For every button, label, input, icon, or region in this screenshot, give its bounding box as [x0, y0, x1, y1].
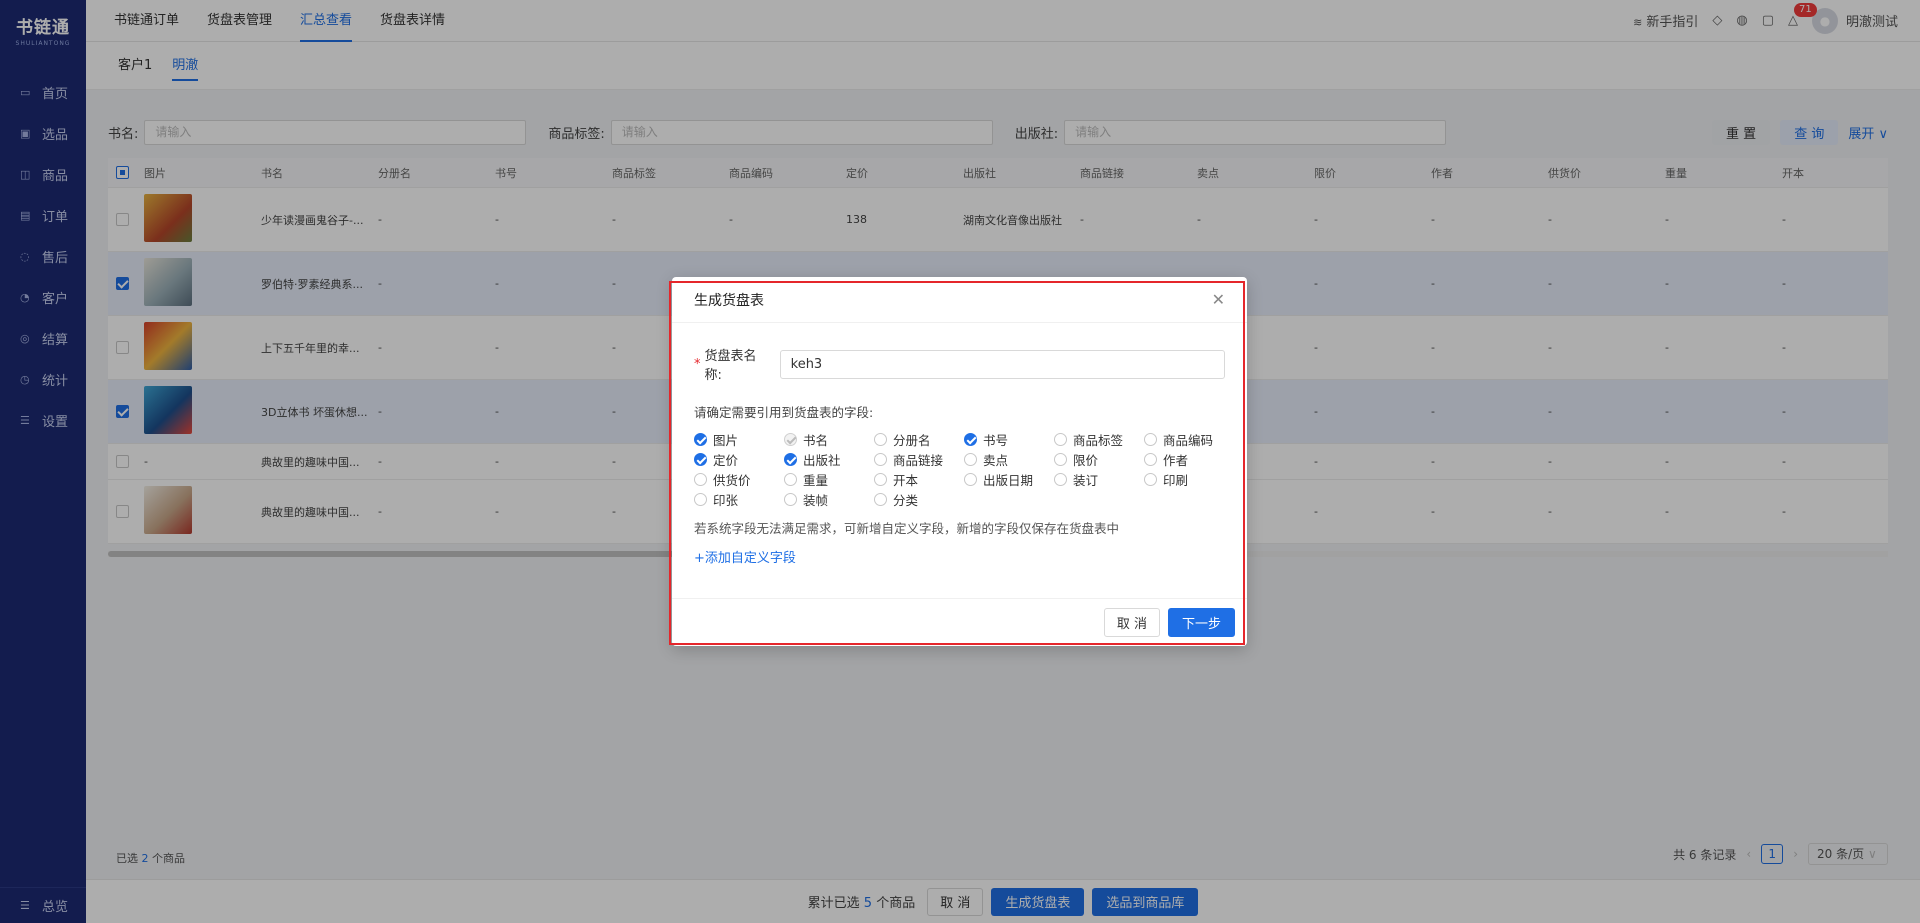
checkbox-checked-icon	[694, 453, 707, 466]
dialog-body: * 货盘表名称: keh3 请确定需要引用到货盘表的字段: 图片 书名 分册名 …	[672, 323, 1247, 566]
checkbox-icon	[964, 453, 977, 466]
field-checkbox[interactable]: 限价	[1054, 451, 1144, 468]
required-asterisk: *	[694, 356, 701, 372]
pallet-name-row: * 货盘表名称: keh3	[694, 345, 1225, 383]
field-checkbox[interactable]: 定价	[694, 451, 784, 468]
checkbox-checked-icon	[784, 453, 797, 466]
checkbox-icon	[1144, 433, 1157, 446]
field-label: 作者	[1163, 453, 1189, 468]
field-checkbox[interactable]: 商品编码	[1144, 431, 1234, 448]
checkbox-icon	[874, 473, 887, 486]
checkbox-disabled-icon	[784, 433, 797, 446]
checkbox-icon	[874, 493, 887, 506]
custom-field-note: 若系统字段无法满足需求，可新增自定义字段，新增的字段仅保存在货盘表中	[694, 521, 1120, 536]
field-label: 出版社	[803, 453, 841, 468]
fields-hint: 请确定需要引用到货盘表的字段:	[694, 405, 874, 420]
field-label: 图片	[713, 433, 739, 448]
checkbox-icon	[874, 453, 887, 466]
checkbox-checked-icon	[694, 433, 707, 446]
field-checkbox[interactable]: 重量	[784, 471, 874, 488]
dialog-cancel-button[interactable]: 取 消	[1103, 608, 1160, 637]
checkbox-icon	[874, 433, 887, 446]
field-checkbox[interactable]: 开本	[874, 471, 964, 488]
field-checkbox[interactable]: 商品标签	[1054, 431, 1144, 448]
field-label: 商品链接	[893, 453, 944, 468]
field-checkbox[interactable]: 装帧	[784, 491, 874, 508]
field-label: 分类	[893, 493, 919, 508]
checkbox-icon	[784, 473, 797, 486]
field-label: 卖点	[983, 453, 1009, 468]
checkbox-icon	[964, 473, 977, 486]
field-checkbox[interactable]: 装订	[1054, 471, 1144, 488]
field-checkbox[interactable]: 作者	[1144, 451, 1234, 468]
field-label: 商品编码	[1163, 433, 1214, 448]
field-checkbox[interactable]: 分类	[874, 491, 964, 508]
field-label: 印刷	[1163, 473, 1189, 488]
checkbox-icon	[1054, 433, 1067, 446]
dialog-title: 生成货盘表	[694, 292, 764, 309]
generate-pallet-dialog: 生成货盘表 ✕ * 货盘表名称: keh3 请确定需要引用到货盘表的字段: 图片…	[672, 277, 1247, 646]
field-checkbox[interactable]: 卖点	[964, 451, 1054, 468]
field-checkbox[interactable]: 书号	[964, 431, 1054, 448]
field-label: 书号	[983, 433, 1009, 448]
field-checkbox[interactable]: 出版日期	[964, 471, 1054, 488]
dialog-footer: 取 消 下一步	[672, 598, 1247, 646]
field-checkbox[interactable]: 商品链接	[874, 451, 964, 468]
field-checkbox[interactable]: 分册名	[874, 431, 964, 448]
field-label: 书名	[803, 433, 829, 448]
field-checkbox[interactable]: 图片	[694, 431, 784, 448]
field-checkbox[interactable]: 供货价	[694, 471, 784, 488]
field-label: 重量	[803, 473, 829, 488]
checkbox-icon	[1054, 453, 1067, 466]
field-label: 装订	[1073, 473, 1099, 488]
field-label: 供货价	[713, 473, 751, 488]
checkbox-icon	[1054, 473, 1067, 486]
field-checkbox[interactable]: 印张	[694, 491, 784, 508]
checkbox-icon	[1144, 473, 1157, 486]
pallet-name-label: 货盘表名称:	[704, 349, 757, 383]
field-checkbox-grid: 图片 书名 分册名 书号 商品标签 商品编码 定价 出版社 商品链接 卖点 限价…	[694, 431, 1225, 508]
field-label: 开本	[893, 473, 919, 488]
field-label: 定价	[713, 453, 739, 468]
checkbox-checked-icon	[964, 433, 977, 446]
field-checkbox[interactable]: 印刷	[1144, 471, 1234, 488]
checkbox-icon	[784, 493, 797, 506]
add-custom-field-link[interactable]: +添加自定义字段	[694, 547, 1225, 566]
next-step-button[interactable]: 下一步	[1167, 608, 1235, 637]
checkbox-icon	[694, 473, 707, 486]
checkbox-icon	[694, 493, 707, 506]
field-label: 印张	[713, 493, 739, 508]
field-checkbox: 书名	[784, 431, 874, 448]
field-label: 出版日期	[983, 473, 1034, 488]
pallet-name-input[interactable]: keh3	[779, 349, 1225, 379]
field-label: 分册名	[893, 433, 931, 448]
close-icon[interactable]: ✕	[1212, 290, 1225, 309]
field-checkbox[interactable]: 出版社	[784, 451, 874, 468]
dialog-header: 生成货盘表 ✕	[672, 277, 1247, 323]
checkbox-icon	[1144, 453, 1157, 466]
field-label: 商品标签	[1073, 433, 1124, 448]
field-label: 限价	[1073, 453, 1099, 468]
field-label: 装帧	[803, 493, 829, 508]
